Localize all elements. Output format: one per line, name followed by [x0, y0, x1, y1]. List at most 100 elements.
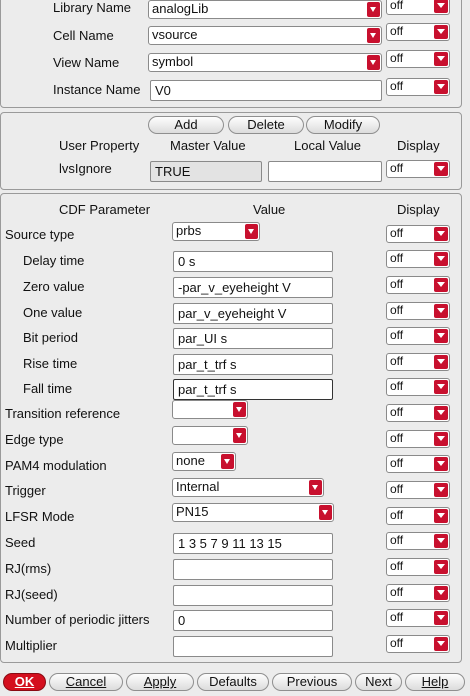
view-name-combo[interactable]: symbol [148, 53, 382, 72]
multiplier-display[interactable]: off [386, 635, 450, 653]
periodic-jitters-display[interactable]: off [386, 609, 450, 627]
zero-value-field[interactable]: -par_v_eyeheight V [173, 277, 333, 298]
add-button[interactable]: Add [148, 116, 224, 134]
lfsr-mode-combo[interactable]: PN15 [172, 503, 334, 522]
display-value: off [390, 303, 404, 317]
source-type-combo[interactable]: prbs [172, 222, 260, 241]
display-value: off [390, 24, 404, 38]
chevron-down-icon[interactable] [434, 252, 448, 266]
rj-rms-field[interactable] [173, 559, 333, 580]
chevron-down-icon[interactable] [434, 162, 448, 176]
multiplier-field[interactable] [173, 636, 333, 657]
chevron-down-icon[interactable] [434, 52, 448, 66]
display-value: off [390, 328, 404, 342]
help-button[interactable]: Help [405, 673, 465, 691]
trigger-display[interactable]: off [386, 481, 450, 499]
edge-type-combo[interactable] [172, 426, 248, 445]
zero-value-display[interactable]: off [386, 276, 450, 294]
display-value: off [390, 585, 404, 599]
chevron-down-icon[interactable] [434, 483, 448, 497]
defaults-button[interactable]: Defaults [197, 673, 269, 691]
previous-button[interactable]: Previous [272, 673, 352, 691]
display-value: off [390, 456, 404, 470]
display-header: Display [397, 138, 440, 153]
instance-name-display[interactable]: off [386, 78, 450, 96]
chevron-down-icon[interactable] [434, 534, 448, 548]
chevron-down-icon[interactable] [245, 224, 258, 239]
lfsr-mode-display[interactable]: off [386, 507, 450, 525]
bit-period-field[interactable]: par_UI s [173, 328, 333, 349]
trigger-combo[interactable]: Internal [172, 478, 324, 497]
source-type-display[interactable]: off [386, 225, 450, 243]
pam4-modulation-combo[interactable]: none [172, 452, 236, 471]
display-value: off [390, 431, 404, 445]
delay-time-label: Delay time [23, 253, 85, 268]
display-value: off [390, 379, 404, 393]
chevron-down-icon[interactable] [221, 454, 234, 469]
chevron-down-icon[interactable] [434, 406, 448, 420]
pam4-modulation-display[interactable]: off [386, 455, 450, 473]
chevron-down-icon[interactable] [434, 611, 448, 625]
chevron-down-icon[interactable] [434, 355, 448, 369]
rj-seed-field[interactable] [173, 585, 333, 606]
chevron-down-icon[interactable] [434, 25, 448, 39]
rise-time-display[interactable]: off [386, 353, 450, 371]
lvsignore-label: lvsIgnore [59, 161, 112, 176]
display-value: off [390, 277, 404, 291]
chevron-down-icon[interactable] [233, 402, 246, 417]
library-name-combo[interactable]: analogLib [148, 0, 382, 19]
lfsr-mode-value: PN15 [176, 504, 209, 519]
delete-button[interactable]: Delete [228, 116, 304, 134]
rj-rms-display[interactable]: off [386, 558, 450, 576]
transition-reference-combo[interactable] [172, 400, 248, 419]
seed-field[interactable]: 1 3 5 7 9 11 13 15 [173, 533, 333, 554]
rise-time-field[interactable]: par_t_trf s [173, 354, 333, 375]
edge-type-display[interactable]: off [386, 430, 450, 448]
ok-button[interactable]: OK [3, 673, 46, 691]
fall-time-field[interactable]: par_t_trf s [173, 379, 333, 400]
library-name-display[interactable]: off [386, 0, 450, 15]
view-name-display[interactable]: off [386, 50, 450, 68]
apply-button[interactable]: Apply [126, 673, 194, 691]
chevron-down-icon[interactable] [434, 80, 448, 94]
one-value-display[interactable]: off [386, 302, 450, 320]
chevron-down-icon[interactable] [309, 480, 322, 495]
chevron-down-icon[interactable] [434, 329, 448, 343]
local-value-field[interactable] [268, 161, 382, 182]
chevron-down-icon[interactable] [319, 505, 332, 520]
fall-time-display[interactable]: off [386, 378, 450, 396]
modify-button[interactable]: Modify [306, 116, 380, 134]
one-value-field[interactable]: par_v_eyeheight V [173, 303, 333, 324]
chevron-down-icon[interactable] [434, 586, 448, 600]
cell-name-display[interactable]: off [386, 23, 450, 41]
chevron-down-icon[interactable] [434, 637, 448, 651]
chevron-down-icon[interactable] [434, 278, 448, 292]
delay-time-display[interactable]: off [386, 250, 450, 268]
cdf-parameter-header: CDF Parameter [59, 202, 151, 217]
periodic-jitters-field[interactable]: 0 [173, 610, 333, 631]
chevron-down-icon[interactable] [434, 0, 448, 13]
chevron-down-icon[interactable] [367, 55, 380, 70]
help-label: Help [421, 674, 449, 689]
bit-period-display[interactable]: off [386, 327, 450, 345]
chevron-down-icon[interactable] [367, 2, 380, 17]
instance-name-field[interactable]: V0 [150, 80, 382, 101]
chevron-down-icon[interactable] [434, 380, 448, 394]
delay-time-field[interactable]: 0 s [173, 251, 333, 272]
chevron-down-icon[interactable] [434, 457, 448, 471]
cell-name-combo[interactable]: vsource [148, 26, 382, 45]
next-button[interactable]: Next [355, 673, 402, 691]
display-value: off [390, 610, 404, 624]
cancel-button[interactable]: Cancel [49, 673, 123, 691]
transition-reference-display[interactable]: off [386, 404, 450, 422]
rj-seed-display[interactable]: off [386, 584, 450, 602]
seed-display[interactable]: off [386, 532, 450, 550]
chevron-down-icon[interactable] [233, 428, 246, 443]
chevron-down-icon[interactable] [434, 509, 448, 523]
lvsignore-display[interactable]: off [386, 160, 450, 178]
chevron-down-icon[interactable] [434, 560, 448, 574]
chevron-down-icon[interactable] [434, 227, 448, 241]
chevron-down-icon[interactable] [367, 28, 380, 43]
chevron-down-icon[interactable] [434, 432, 448, 446]
chevron-down-icon[interactable] [434, 304, 448, 318]
